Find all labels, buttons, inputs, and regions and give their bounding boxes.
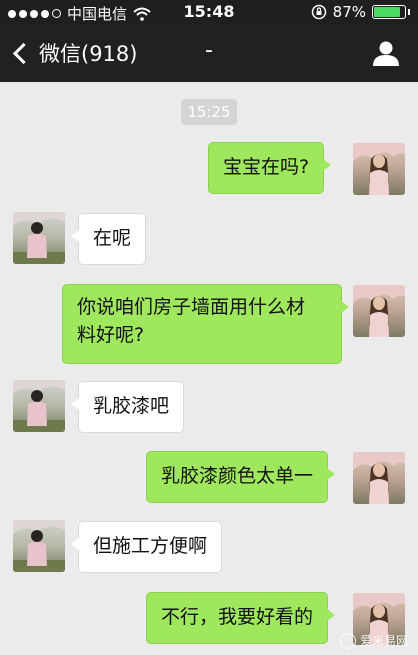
contact-avatar[interactable] [13, 520, 65, 572]
boy-photo-icon [13, 520, 65, 572]
incoming-message[interactable]: 乳胶漆吧 [70, 381, 185, 433]
message-text-line: 你说咱们房子墙面用什么材 [77, 296, 306, 318]
battery-icon [372, 5, 406, 19]
boy-photo-icon [13, 212, 65, 264]
message-text: 在呢 [93, 227, 132, 249]
message-text-line: 料好呢? [77, 324, 145, 346]
message-text: 乳胶漆颜色太单一 [161, 465, 314, 487]
my-avatar[interactable] [353, 143, 405, 195]
outgoing-message[interactable]: 宝宝在吗? [208, 142, 332, 194]
rotation-lock-icon [311, 4, 326, 20]
outgoing-message[interactable]: 你说咱们房子墙面用什么材 料好呢? [62, 284, 349, 364]
battery-tip [408, 9, 410, 15]
message-text: 宝宝在吗? [223, 156, 310, 178]
watermark-text: 爱米易网 [359, 634, 408, 648]
my-avatar[interactable] [353, 452, 405, 504]
message-text: 但施工方便啊 [93, 535, 208, 557]
contact-avatar[interactable] [13, 212, 65, 264]
battery-fill [374, 7, 400, 17]
chat-title: - [205, 38, 213, 63]
status-right: 87% [311, 3, 410, 21]
incoming-message[interactable]: 但施工方便啊 [70, 521, 223, 573]
person-icon[interactable] [372, 40, 400, 66]
outgoing-message[interactable]: 不行，我要好看的 [146, 592, 336, 644]
incoming-message[interactable]: 在呢 [70, 213, 147, 265]
message-text: 乳胶漆吧 [93, 395, 170, 417]
status-bar: 中国电信 15:48 87% [0, 0, 418, 24]
contact-avatar[interactable] [13, 380, 65, 432]
girl-photo-icon [353, 285, 405, 337]
my-avatar[interactable] [353, 285, 405, 337]
message-text: 不行，我要好看的 [161, 606, 314, 628]
watermark-logo-icon [339, 632, 356, 649]
girl-photo-icon [353, 452, 405, 504]
boy-photo-icon [13, 380, 65, 432]
outgoing-message[interactable]: 乳胶漆颜色太单一 [146, 451, 336, 503]
watermark: 爱米易网 [339, 632, 408, 649]
nav-bar: 微信(918) - [0, 24, 418, 82]
message-timestamp: 15:25 [181, 99, 237, 125]
girl-photo-icon [353, 143, 405, 195]
chat-area[interactable]: 15:25 宝宝在吗? 在呢 你说咱们房子墙面用什么材 料好呢? 乳胶漆吧 乳胶… [0, 82, 418, 655]
battery-percent: 87% [332, 3, 366, 21]
